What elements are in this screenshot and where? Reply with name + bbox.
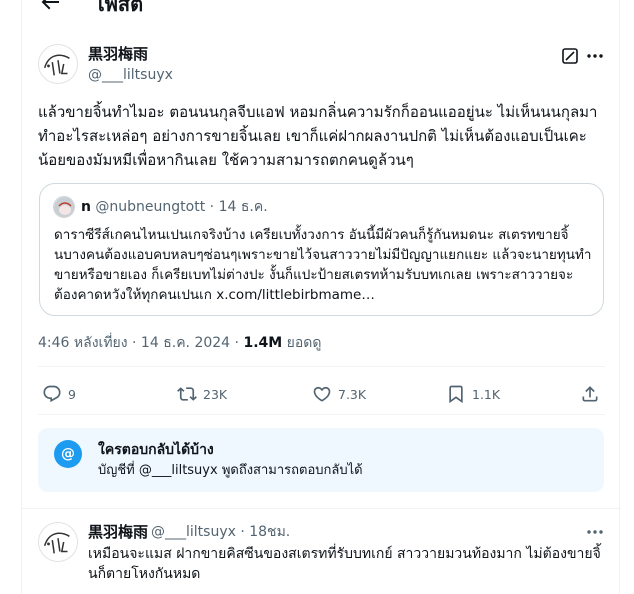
author-display-name[interactable]: 黒羽梅雨 [88, 45, 148, 63]
quoted-handle: @nubneungtott [95, 199, 206, 215]
reply-count: 9 [68, 386, 76, 402]
divider [38, 366, 605, 367]
reply-more-options-icon[interactable] [585, 522, 605, 542]
post-timestamp[interactable]: 4:46 หลังเที่ยง · 14 ธ.ค. 2024 · [38, 335, 243, 351]
reply-author-avatar[interactable] [38, 522, 78, 562]
reply-icon [43, 385, 61, 403]
reply-restriction-title: ใครตอบกลับได้บ้าง [98, 442, 214, 458]
page-header: โพสต์ [22, 0, 621, 20]
like-button[interactable]: 7.3K [312, 382, 366, 406]
quoted-date: · 14 ธ.ค. [209, 199, 268, 215]
page-title: โพสต์ [94, 0, 144, 16]
author-avatar[interactable] [38, 44, 78, 84]
bookmark-icon [449, 385, 463, 404]
divider [38, 414, 605, 415]
like-count: 7.3K [338, 386, 367, 402]
repost-icon [177, 387, 197, 401]
heart-icon [313, 386, 331, 402]
share-icon [582, 386, 598, 402]
reply-handle-time[interactable]: @___liltsuyx · 18ชม. [151, 523, 290, 541]
share-button[interactable] [580, 382, 606, 406]
bookmark-button[interactable]: 1.1K [446, 382, 500, 406]
views-count: 1.4M [243, 335, 283, 351]
back-arrow-icon[interactable] [38, 0, 62, 14]
reply-author-display-name[interactable]: 黒羽梅雨 [88, 523, 148, 541]
repost-count: 23K [203, 386, 228, 402]
post-text: แล้วขายจิ้นทำไมอะ ตอนนนกุลจีบแอฟ หอมกลิ่… [38, 103, 598, 169]
reply-text: เหมือนจะแมส ฝากขายคิสซีนของสเตรทที่รับบท… [88, 546, 601, 582]
quoted-post[interactable]: n @nubneungtott · 14 ธ.ค. ดาราซีรีส์เกคน… [39, 183, 604, 316]
quoted-text: ดาราซีรีส์เกคนไหนเปนเกจริงบ้าง เครียเบทั… [54, 227, 592, 303]
author-handle[interactable]: @___liltsuyx [88, 66, 173, 84]
grok-icon[interactable] [560, 46, 580, 66]
views-label: ยอดดู [282, 335, 322, 351]
reply-button[interactable]: 9 [42, 382, 76, 406]
reply-restriction-subtitle: บัญชีที่ @___liltsuyx พูดถึงสามารถตอบกลั… [98, 463, 363, 478]
post-detail-column: โพสต์ 黒羽梅雨 @___liltsuyx แล้วขายจิ้นทำไมอ… [21, 0, 621, 594]
more-options-icon[interactable] [585, 46, 605, 66]
quoted-avatar [53, 196, 75, 218]
post-meta: 4:46 หลังเที่ยง · 14 ธ.ค. 2024 · 1.4M ยอ… [38, 333, 321, 353]
bookmark-count: 1.1K [472, 386, 501, 402]
repost-button[interactable]: 23K [177, 382, 227, 406]
quoted-display-name: n [81, 199, 91, 215]
reply-restriction-notice: @ ใครตอบกลับได้บ้าง บัญชีที่ @___liltsuy… [38, 428, 604, 492]
at-sign-icon: @ [54, 440, 82, 468]
quoted-header: n @nubneungtott · 14 ธ.ค. [81, 198, 268, 216]
divider [22, 508, 621, 509]
